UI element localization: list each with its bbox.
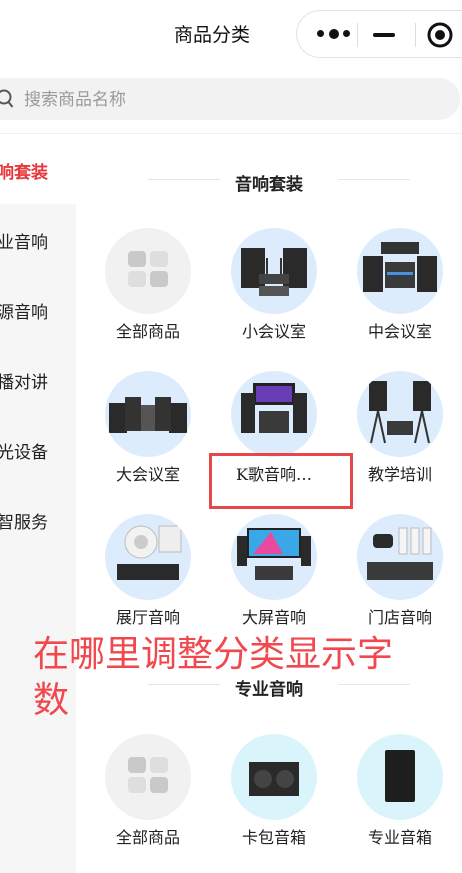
sidebar-item-label: 播对讲 bbox=[0, 373, 48, 393]
category-item[interactable]: 门店音响 bbox=[340, 514, 460, 644]
training-speakers-image bbox=[357, 371, 443, 457]
medium-meeting-room-speakers-image bbox=[357, 228, 443, 314]
section-line bbox=[338, 179, 410, 180]
target-circle-icon[interactable] bbox=[427, 22, 453, 48]
sidebar-item-smart-service[interactable]: 智服务 bbox=[0, 484, 76, 554]
capsule-divider bbox=[415, 23, 416, 47]
sidebar-item-label: 响套装 bbox=[0, 163, 48, 183]
category-item[interactable]: 大会议室 bbox=[88, 371, 208, 501]
minus-icon[interactable] bbox=[373, 33, 395, 37]
category-item-label: 大屏音响 bbox=[241, 608, 306, 627]
highlight-box bbox=[209, 453, 353, 509]
karaoke-system-image bbox=[231, 371, 317, 457]
category-sidebar: 响套装 业音响 源音响 播对讲 光设备 智服务 bbox=[0, 134, 76, 873]
capsule-divider bbox=[357, 23, 358, 47]
sidebar-item-label: 业音响 bbox=[0, 233, 48, 253]
category-item-label: 展厅音响 bbox=[115, 608, 180, 627]
more-dots-icon[interactable] bbox=[315, 23, 355, 45]
sidebar-item-pro-audio[interactable]: 业音响 bbox=[0, 204, 76, 274]
search-input[interactable] bbox=[22, 78, 406, 122]
category-item[interactable]: 教学培训 bbox=[340, 371, 460, 501]
sidebar-item-label: 源音响 bbox=[0, 303, 48, 323]
sidebar-item-label: 光设备 bbox=[0, 443, 48, 463]
category-item[interactable]: 中会议室 bbox=[340, 228, 460, 358]
category-item-label: 中会议室 bbox=[367, 322, 432, 341]
search-bar[interactable] bbox=[0, 78, 460, 122]
category-item-label: 门店音响 bbox=[367, 608, 432, 627]
category-item[interactable]: 大屏音响 bbox=[214, 514, 334, 644]
small-meeting-room-speakers-image bbox=[231, 228, 317, 314]
all-products-grid-icon bbox=[105, 228, 191, 314]
category-item-label: 卡包音箱 bbox=[241, 828, 306, 847]
store-speakers-image bbox=[357, 514, 443, 600]
category-item[interactable]: 专业音箱 bbox=[340, 734, 460, 864]
category-item-label: 全部商品 bbox=[115, 828, 180, 847]
sidebar-item-audio-sets[interactable]: 响套装 bbox=[0, 134, 76, 204]
category-item-label: 小会议室 bbox=[241, 322, 306, 341]
pro-speaker-image bbox=[357, 734, 443, 820]
category-item[interactable]: 全部商品 bbox=[88, 734, 208, 864]
nav-bar: 商品分类 bbox=[0, 0, 462, 70]
capsule-menu bbox=[296, 10, 462, 58]
page-title: 商品分类 bbox=[174, 24, 251, 46]
all-products-grid-icon bbox=[105, 734, 191, 820]
category-item[interactable]: 全部商品 bbox=[88, 228, 208, 358]
annotation-text: 在哪里调整分类显示字数 bbox=[33, 634, 394, 721]
category-item[interactable]: 小会议室 bbox=[214, 228, 334, 358]
category-item-label: 教学培训 bbox=[367, 465, 432, 484]
category-item[interactable]: 展厅音响 bbox=[88, 514, 208, 644]
category-item-label: 专业音箱 bbox=[367, 828, 432, 847]
section-title-audio-sets: 音响套装 bbox=[235, 175, 303, 195]
search-icon bbox=[0, 89, 14, 108]
sidebar-item-source-audio[interactable]: 源音响 bbox=[0, 274, 76, 344]
category-item-label: 大会议室 bbox=[115, 465, 180, 484]
exhibition-hall-speakers-image bbox=[105, 514, 191, 600]
large-meeting-room-speakers-image bbox=[105, 371, 191, 457]
sidebar-item-label: 智服务 bbox=[0, 513, 48, 533]
sidebar-item-broadcast-intercom[interactable]: 播对讲 bbox=[0, 344, 76, 414]
big-screen-speakers-image bbox=[231, 514, 317, 600]
karaoke-box-speaker-image bbox=[231, 734, 317, 820]
sidebar-item-lighting[interactable]: 光设备 bbox=[0, 414, 76, 484]
category-item-label: 全部商品 bbox=[115, 322, 180, 341]
category-item[interactable]: 卡包音箱 bbox=[214, 734, 334, 864]
